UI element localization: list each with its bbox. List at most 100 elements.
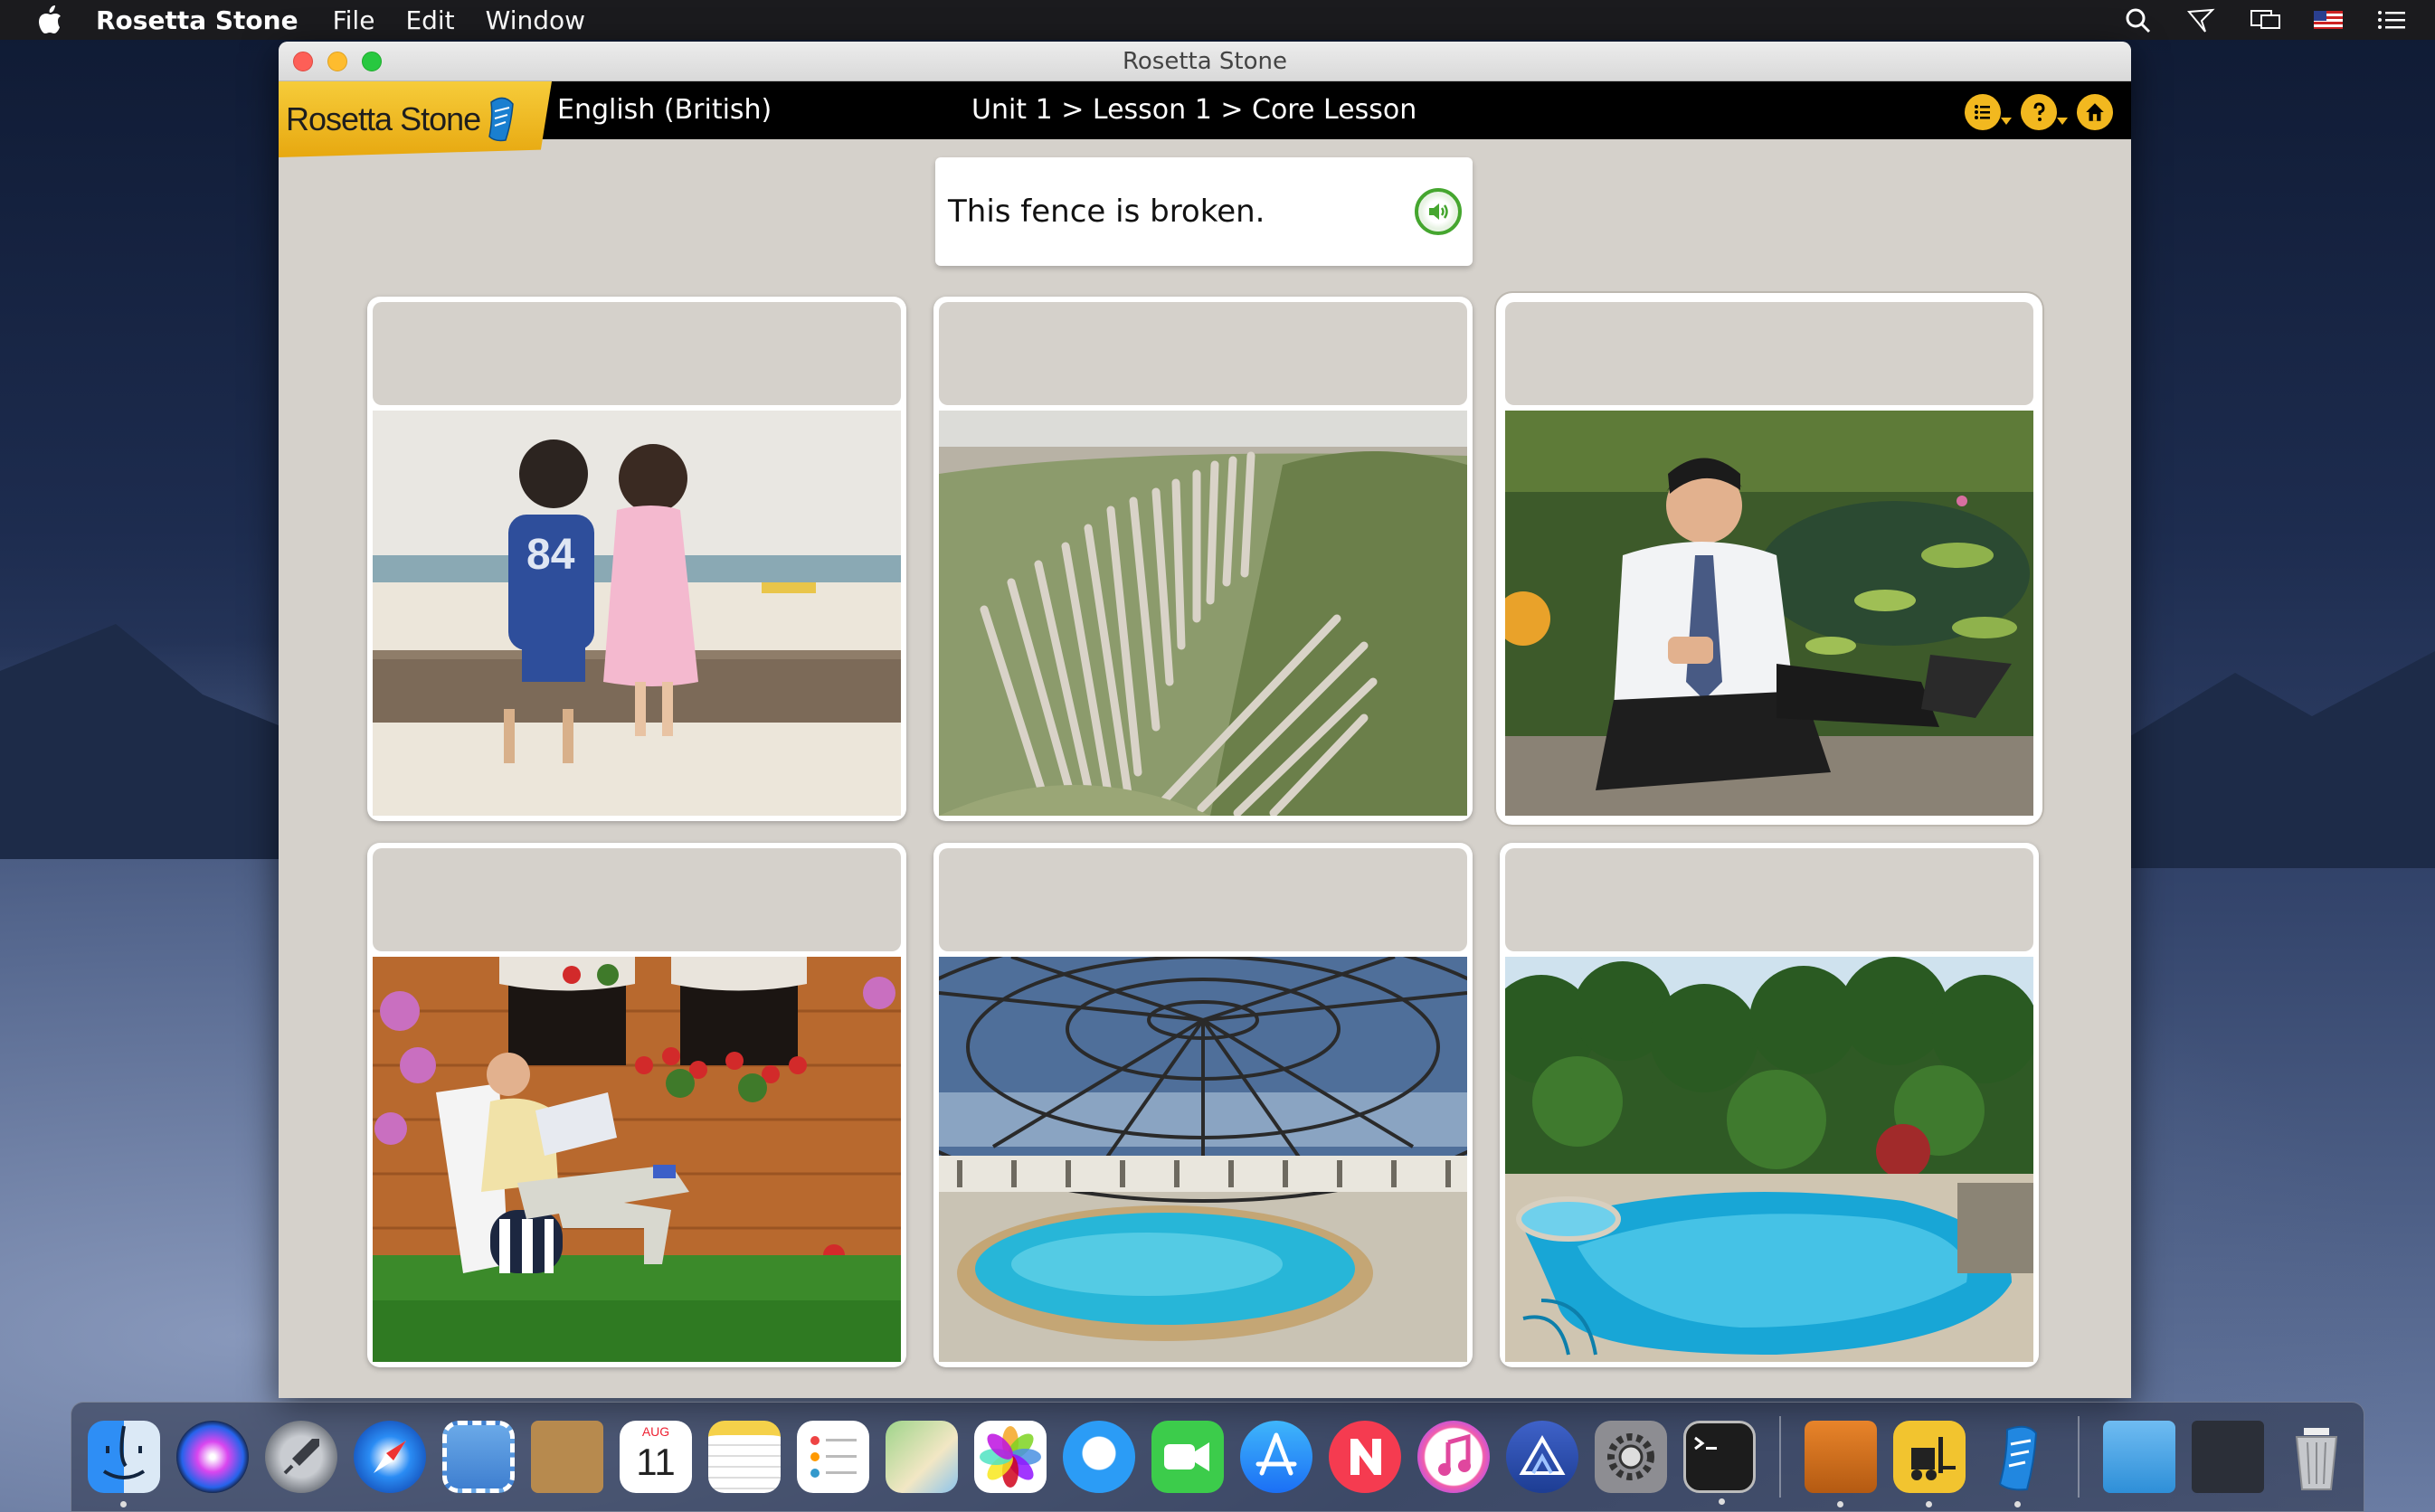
menu-file[interactable]: File [333, 5, 375, 35]
card-label-slot [373, 848, 901, 951]
dock-calendar-icon[interactable]: AUG 11 [620, 1421, 692, 1493]
dock-contacts-icon[interactable] [531, 1421, 603, 1493]
dock-archiver-icon[interactable] [1805, 1421, 1877, 1507]
app-header-bar: Rosetta Stone English (British) Unit 1 >… [279, 81, 2131, 157]
dock-siri-icon[interactable] [176, 1421, 249, 1493]
dock-affinity-icon[interactable] [1506, 1421, 1578, 1493]
apple-icon[interactable] [36, 5, 63, 35]
dock-screenshots-stack-icon[interactable] [2192, 1421, 2264, 1493]
trash-icon [2295, 1428, 2338, 1490]
svg-text:84: 84 [526, 531, 575, 579]
menu-app-name[interactable]: Rosetta Stone [96, 5, 298, 35]
terminal-prompt-icon [1694, 1436, 1717, 1451]
running-indicator [1719, 1498, 1725, 1505]
list-icon [1975, 105, 1990, 119]
image-card-6[interactable] [1500, 843, 2039, 1367]
minimize-window-button[interactable] [327, 52, 347, 71]
photo-outdoor-pool-garden [1505, 957, 2033, 1362]
app-window: Rosetta Stone Rosetta Stone English (Bri… [279, 42, 2131, 1398]
card-label-slot [373, 302, 901, 405]
image-card-2[interactable] [933, 297, 1473, 821]
calendar-day: 11 [636, 1441, 676, 1483]
dock-reminders-icon[interactable] [797, 1421, 869, 1493]
dock-maps-icon[interactable] [886, 1421, 958, 1493]
menu-bar: Rosetta Stone File Edit Window [0, 0, 2435, 40]
dock-safari-icon[interactable] [354, 1421, 426, 1493]
menu-window[interactable]: Window [486, 5, 585, 35]
rosetta-stone-app-icon [1998, 1425, 2038, 1491]
dock-forklift-icon[interactable] [1893, 1421, 1966, 1507]
dock-separator [2078, 1416, 2080, 1498]
dock-terminal-icon[interactable] [1683, 1421, 1756, 1505]
card-label-slot [939, 302, 1467, 405]
close-window-button[interactable] [293, 52, 313, 71]
rosetta-stone-logo[interactable]: Rosetta Stone [279, 81, 552, 157]
affinity-triangle-icon [1519, 1435, 1566, 1475]
finder-face-icon [102, 1425, 146, 1479]
us-flag-input-icon[interactable] [2312, 6, 2345, 33]
dock-mail-icon[interactable] [442, 1421, 515, 1493]
dock-trash-icon[interactable] [2280, 1421, 2353, 1493]
news-n-icon [1350, 1439, 1381, 1475]
photos-flower-icon [980, 1426, 1041, 1488]
home-icon [2086, 103, 2104, 121]
photo-indoor-pool-dome [939, 957, 1467, 1362]
card-label-slot [939, 848, 1467, 951]
rosetta-stone-stone-icon [488, 97, 514, 142]
help-button[interactable] [2021, 94, 2068, 130]
photo-children-on-beach: 84 [373, 411, 901, 816]
prompt-card: This fence is broken. [935, 157, 1473, 266]
window-title: Rosetta Stone [1122, 48, 1287, 75]
dock-finder-icon[interactable] [88, 1421, 160, 1507]
compass-icon [374, 1441, 406, 1473]
notification-center-icon[interactable] [2375, 6, 2408, 33]
airplay-bird-icon[interactable] [2185, 6, 2218, 33]
dock: AUG 11 [71, 1402, 2364, 1512]
image-card-4[interactable] [367, 843, 906, 1367]
dock-notes-icon[interactable] [708, 1421, 781, 1493]
dock-system-preferences-icon[interactable] [1595, 1421, 1667, 1493]
running-indicator [2014, 1501, 2021, 1507]
video-camera-icon [1164, 1442, 1209, 1471]
photo-man-reading-in-garden [373, 957, 901, 1362]
dock-downloads-folder-icon[interactable] [2103, 1421, 2175, 1493]
dock-news-icon[interactable] [1329, 1421, 1401, 1493]
window-titlebar: Rosetta Stone [279, 42, 2131, 81]
logo-text: Rosetta Stone [286, 100, 481, 137]
lesson-breadcrumb: Unit 1 > Lesson 1 > Core Lesson [971, 94, 1417, 126]
gear-icon [1607, 1433, 1654, 1480]
rocket-icon [283, 1439, 319, 1475]
display-mirroring-icon[interactable] [2249, 6, 2281, 33]
menu-edit[interactable]: Edit [405, 5, 454, 35]
photo-broken-fence [939, 411, 1467, 816]
dock-app-store-icon[interactable] [1240, 1421, 1312, 1493]
dock-launchpad-icon[interactable] [265, 1421, 337, 1493]
image-card-5[interactable] [933, 843, 1473, 1367]
forklift-icon [1911, 1437, 1956, 1480]
photo-man-with-laptop [1505, 411, 2033, 816]
dock-photos-icon[interactable] [974, 1421, 1047, 1493]
checklist-icon [810, 1436, 857, 1478]
image-card-3[interactable] [1500, 297, 2039, 821]
menu-bar-extras [2122, 0, 2408, 40]
dock-messages-icon[interactable] [1063, 1421, 1135, 1493]
dock-facetime-icon[interactable] [1151, 1421, 1224, 1493]
app-store-a-icon [1255, 1432, 1297, 1476]
zoom-window-button[interactable] [362, 52, 382, 71]
dock-itunes-icon[interactable] [1417, 1421, 1490, 1493]
window-controls [293, 52, 382, 71]
speaker-icon [1429, 203, 1448, 220]
running-indicator [1837, 1501, 1843, 1507]
spotlight-search-icon[interactable] [2122, 6, 2155, 33]
card-label-slot [1505, 302, 2033, 405]
dock-separator [1779, 1416, 1781, 1498]
prompt-text: This fence is broken. [948, 194, 1265, 230]
image-card-1[interactable]: 84 [367, 297, 906, 821]
home-button[interactable] [2077, 94, 2113, 130]
calendar-month: AUG [641, 1424, 670, 1439]
running-indicator [120, 1501, 127, 1507]
play-audio-button[interactable] [1415, 188, 1462, 235]
dock-rosetta-stone-icon[interactable] [1982, 1421, 2054, 1507]
course-language: English (British) [557, 94, 772, 126]
menu-list-button[interactable] [1965, 94, 2012, 130]
